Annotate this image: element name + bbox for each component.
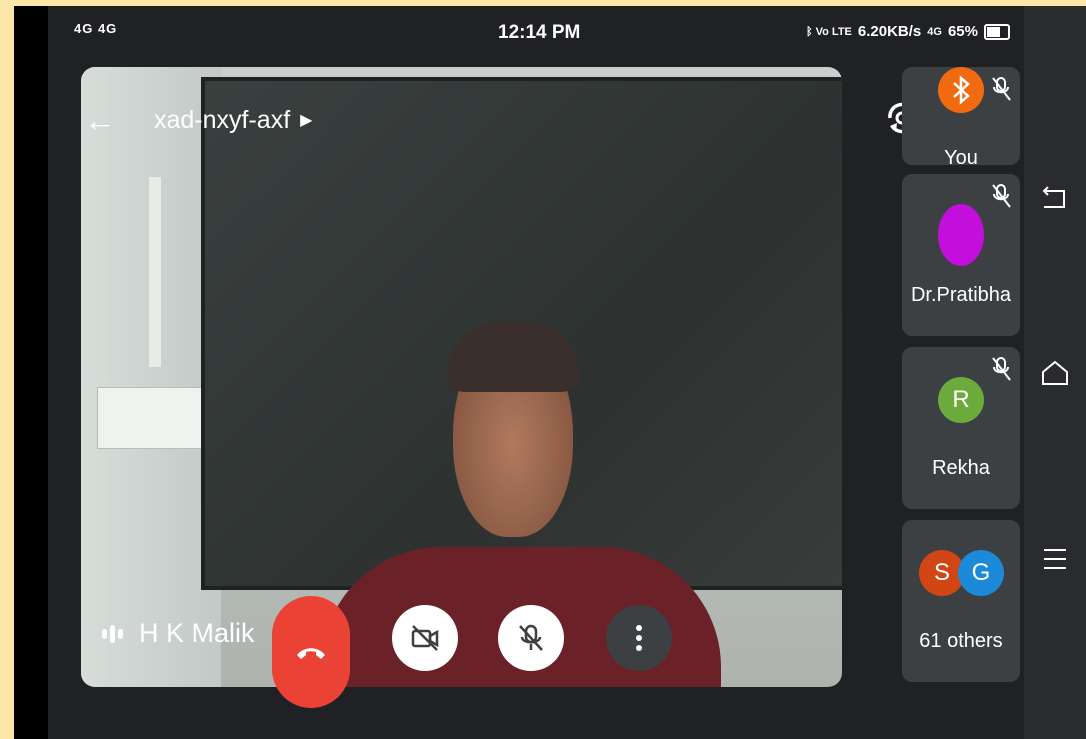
battery-percent: 65%: [947, 23, 978, 40]
battery-icon: [984, 23, 1010, 40]
more-vert-icon: [636, 625, 642, 651]
mic-toggle-button[interactable]: [498, 605, 564, 671]
bluetooth-icon: [953, 75, 970, 105]
audio-level-icon: [102, 624, 123, 643]
meeting-header: ← xad-nxyf-axf ▶: [84, 104, 312, 136]
video-person-hair: [447, 322, 579, 392]
participant-name: 61 others: [919, 630, 1003, 652]
main-video[interactable]: [81, 67, 842, 687]
status-bar: 4G 4G 12:14 PM ᛒ Vo LTE 6.20KB/s 4G 65%: [48, 6, 1024, 64]
avatar: [938, 67, 984, 113]
status-icons: ᛒ Vo LTE 6.20KB/s 4G 65%: [806, 23, 1010, 40]
meeting-code[interactable]: xad-nxyf-axf: [154, 106, 290, 135]
screen-edge: [14, 6, 48, 739]
home-icon[interactable]: [1040, 358, 1070, 388]
video-pipe: [149, 177, 161, 367]
video-wall: [81, 67, 221, 687]
avatar: G: [958, 550, 1004, 596]
participant-name: You: [944, 147, 978, 165]
participant-name: Dr.Pratibha: [910, 284, 1012, 306]
camera-toggle-button[interactable]: [392, 605, 458, 671]
active-speaker-label: H K Malik: [102, 618, 255, 649]
participant-tile-you[interactable]: You: [902, 67, 1020, 165]
mic-muted-icon: [992, 77, 1011, 101]
mic-muted-icon: [992, 184, 1011, 208]
camera-off-icon: [411, 625, 439, 651]
video-switchboard: [97, 387, 203, 449]
mic-off-icon: [519, 624, 543, 651]
signal-icon: 4G: [927, 25, 942, 38]
bluetooth-volte-icon: ᛒ Vo LTE: [805, 25, 852, 38]
participant-tile-pratibha[interactable]: Dr.Pratibha: [902, 174, 1020, 336]
avatar: [938, 204, 984, 266]
more-options-button[interactable]: [606, 605, 672, 671]
avatar: R: [938, 377, 984, 423]
participant-name: Rekha: [932, 457, 990, 479]
back-icon[interactable]: [1040, 182, 1070, 212]
network-indicator: 4G 4G: [74, 21, 118, 36]
phone-screen: 4G 4G 12:14 PM ᛒ Vo LTE 6.20KB/s 4G 65% …: [14, 6, 1086, 739]
phone-hangup-icon: [297, 648, 325, 659]
end-call-button[interactable]: [272, 596, 350, 708]
data-speed: 6.20KB/s: [857, 23, 922, 40]
mic-muted-icon: [992, 357, 1011, 381]
participant-tile-rekha[interactable]: R Rekha: [902, 347, 1020, 509]
participant-tile-others[interactable]: S G 61 others: [902, 520, 1020, 682]
speaker-name: H K Malik: [139, 618, 255, 648]
caret-right-icon[interactable]: ▶: [300, 110, 312, 130]
recent-apps-icon[interactable]: [1040, 544, 1070, 574]
clock: 12:14 PM: [498, 22, 581, 43]
system-nav-bar: [1024, 6, 1086, 739]
back-arrow-icon[interactable]: ←: [84, 104, 116, 136]
